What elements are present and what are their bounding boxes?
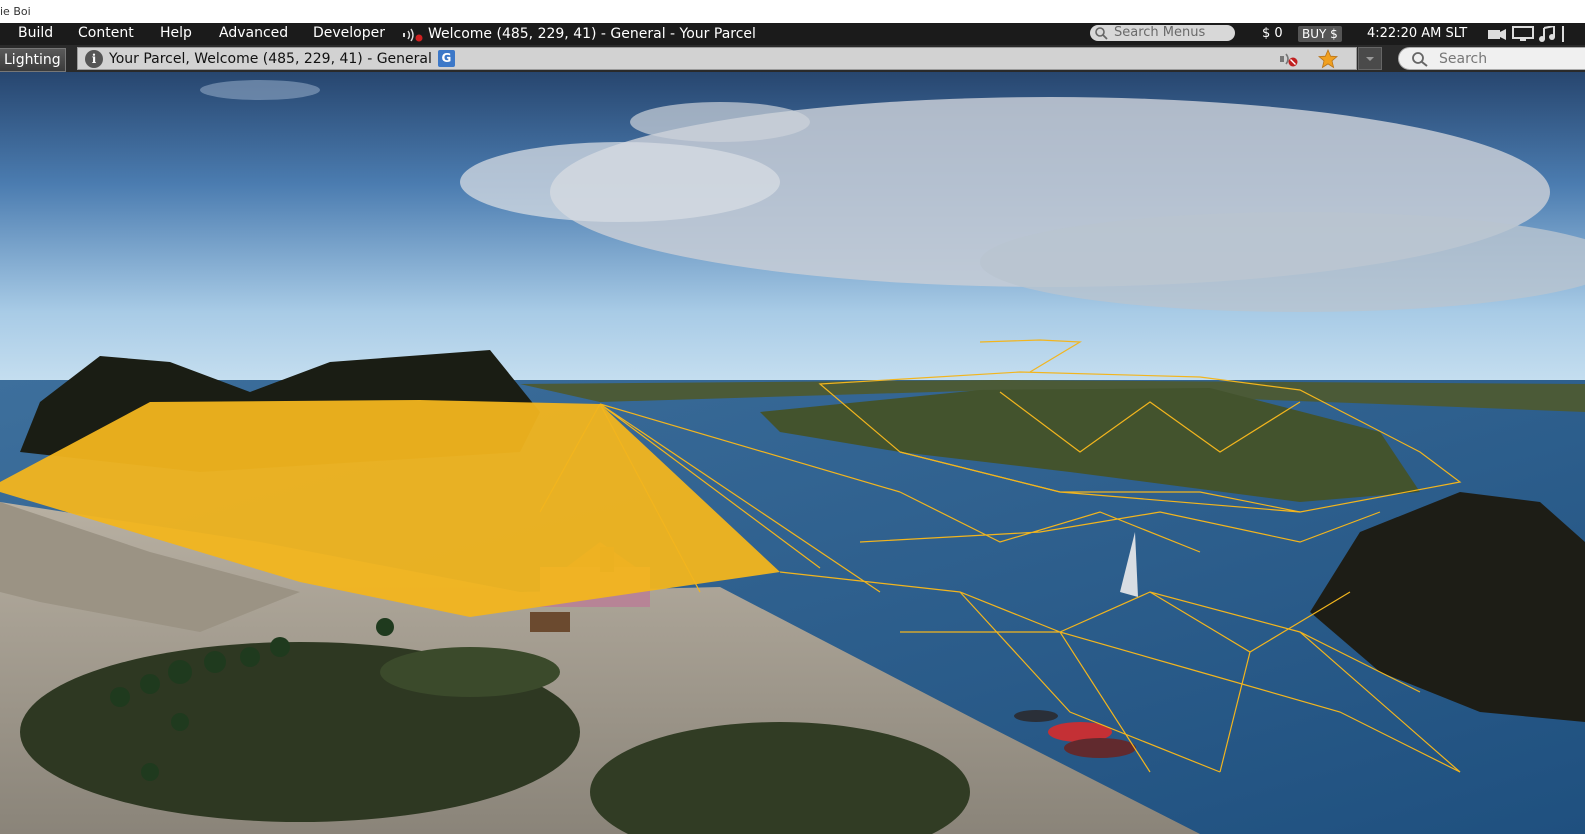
search-menus-placeholder: Search Menus [1114,25,1206,40]
parcel-title[interactable]: Welcome (485, 229, 41) - General - Your … [402,23,756,45]
window-titlebar: ie Boi [0,0,1585,23]
menu-help[interactable]: Help [160,23,192,45]
search-input[interactable]: Search [1398,47,1585,70]
lighting-button[interactable]: Lighting [0,48,66,72]
world-viewport[interactable] [0,72,1585,834]
navigation-bar: Lighting i Your Parcel, Welcome (485, 22… [0,45,1585,72]
location-text: Your Parcel, Welcome (485, 229, 41) - Ge… [109,50,432,67]
menu-build[interactable]: Build [18,23,53,45]
balance-display[interactable]: $ 0 [1262,23,1283,45]
menu-content[interactable]: Content [78,23,134,45]
search-icon [1412,51,1428,67]
chevron-down-icon [1366,57,1374,61]
sound-icon[interactable] [402,27,424,42]
window-title: ie Boi [0,5,31,18]
voice-off-icon[interactable] [1276,50,1304,68]
camera-icon[interactable] [1487,26,1507,42]
buy-currency-button[interactable]: BUY $ [1298,26,1342,42]
parcel-title-text: Welcome (485, 229, 41) - General - Your … [428,26,756,42]
sky [0,72,1585,392]
search-icon [1095,27,1108,40]
music-icon[interactable] [1538,26,1556,42]
menu-advanced[interactable]: Advanced [219,23,288,45]
top-menu-bar: Build Content Help Advanced Developer We… [0,23,1585,45]
menu-developer[interactable]: Developer [313,23,385,45]
favorite-star-icon[interactable] [1318,49,1338,69]
monitor-icon[interactable] [1512,26,1534,42]
location-dropdown[interactable] [1358,47,1382,70]
search-placeholder: Search [1439,50,1488,67]
maturity-rating-badge: G [437,50,455,67]
search-menus-input[interactable]: Search Menus [1090,25,1235,41]
info-icon[interactable]: i [85,49,103,68]
clock: 4:22:20 AM SLT [1367,26,1468,41]
media-toggle-icon[interactable] [1562,26,1564,42]
location-bar[interactable]: i Your Parcel, Welcome (485, 229, 41) - … [77,47,1357,70]
